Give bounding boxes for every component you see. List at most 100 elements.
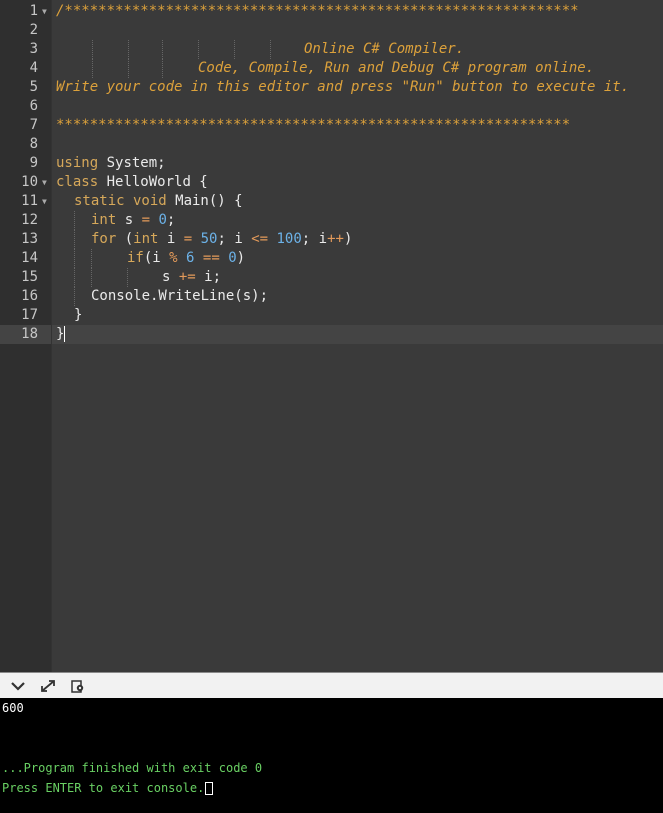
operator: = [141,212,151,228]
code-line[interactable]: 16 Console.WriteLine(s); [0,287,663,306]
code-line-text: using System; [56,154,166,173]
code-content[interactable]: Write your code in this editor and press… [52,78,663,97]
console-output-panel[interactable]: 600 ...Program finished with exit code 0… [0,698,663,813]
code-line[interactable]: 8 [0,135,663,154]
operator: = [183,231,193,247]
line-number-text: 4 [29,60,38,76]
code-line[interactable]: 15 s += i; [0,268,663,287]
indent-guide [74,249,75,268]
indent-guide [127,268,128,287]
comment-text: Online C# Compiler. [304,41,465,57]
fold-toggle-icon[interactable]: ▼ [42,192,47,211]
fold-toggle-icon[interactable]: ▼ [42,173,47,192]
code-text: i [158,231,184,247]
code-line[interactable]: 10 ▼ class HelloWorld { [0,173,663,192]
code-content[interactable] [52,135,663,154]
code-text: ; i [217,231,252,247]
code-editor[interactable]: 1 ▼/*************************************… [0,0,663,672]
code-text: Console.WriteLine(s); [91,288,269,304]
code-text: Main() { [166,193,243,209]
code-content[interactable]: } [52,325,663,344]
code-text: ; [166,212,176,228]
indent-guide [234,40,235,59]
line-number: 3 [0,40,51,59]
line-number: 2 [0,21,51,40]
keyword: int [133,231,159,247]
code-content[interactable]: Code, Compile, Run and Debug C# program … [52,59,663,78]
collapse-console-button[interactable] [8,677,28,695]
code-line[interactable]: 1 ▼ /*************************************… [0,2,663,21]
code-content[interactable]: Console.WriteLine(s); [52,287,663,306]
operator: += [178,269,196,285]
code-content[interactable]: class HelloWorld { [52,173,663,192]
code-line[interactable]: 12 int s = 0; [0,211,663,230]
code-content[interactable]: for (int i = 50; i <= 100; i++) [52,230,663,249]
console-settings-button[interactable] [68,677,88,695]
number-literal: 0 [228,250,237,266]
line-number-text: 18 [21,326,38,342]
code-line[interactable]: 14 if(i % 6 == 0) [0,249,663,268]
code-line[interactable]: 9 using System; [0,154,663,173]
code-line[interactable]: 11 ▼ static void Main() { [0,192,663,211]
code-line-text: Online C# Compiler. [304,40,464,59]
code-line[interactable]: 13 for (int i = 50; i <= 100; i++) [0,230,663,249]
indent-guide [128,59,129,78]
line-number-text: 8 [29,136,38,152]
indent-guide [92,59,93,78]
keyword: using [56,155,99,171]
line-number: 6 [0,97,51,116]
code-content[interactable]: static void Main() { [52,192,663,211]
code-line-text: if(i % 6 == 0) [127,249,245,268]
code-text: HelloWorld { [98,174,208,190]
keyword: for [91,231,117,247]
line-number: 8 [0,135,51,154]
line-number-text: 12 [21,212,38,228]
code-line-text: /***************************************… [56,2,579,21]
code-content[interactable]: ****************************************… [52,116,663,135]
line-number-text: 17 [21,307,38,323]
line-number: 7 [0,116,51,135]
code-content[interactable]: } [52,306,663,325]
indent-guide [74,287,75,306]
operator: ++ [327,231,344,247]
code-content[interactable]: s += i; [52,268,663,287]
code-line[interactable]: 6 [0,97,663,116]
code-content[interactable]: Online C# Compiler. [52,40,663,59]
number-literal: 0 [158,212,167,228]
expand-console-button[interactable] [38,677,58,695]
code-line-text: } [56,325,66,344]
code-line[interactable]: 4 Code, Compile, Run and Debug C# program… [0,59,663,78]
line-number: 11 ▼ [0,192,51,211]
line-number-text: 16 [21,288,38,304]
line-number: 5 [0,78,51,97]
code-line[interactable]: 3 Online C# Compiler. [0,40,663,59]
text-cursor [64,326,66,342]
code-content[interactable]: using System; [52,154,663,173]
indent-guide [74,211,75,230]
line-number-text: 14 [21,250,38,266]
line-number: 9 [0,154,51,173]
fold-toggle-icon[interactable]: ▼ [42,2,47,21]
number-literal: 100 [276,231,302,247]
code-text: } [56,326,65,342]
comment-text: Code, Compile, Run and Debug C# program … [198,60,595,76]
settings-icon [71,680,84,693]
code-content[interactable]: /***************************************… [52,2,663,21]
keyword: static void [74,193,167,209]
code-line-text: Code, Compile, Run and Debug C# program … [198,59,594,78]
code-line[interactable]: 5 Write your code in this editor and pres… [0,78,663,97]
code-line[interactable]: 7 ***************************************… [0,116,663,135]
code-line[interactable]: 2 [0,21,663,40]
code-content[interactable] [52,97,663,116]
line-number: 16 [0,287,51,306]
code-content[interactable]: int s = 0; [52,211,663,230]
code-line[interactable]: 18} [0,325,663,344]
code-content[interactable] [52,21,663,40]
code-content[interactable]: if(i % 6 == 0) [52,249,663,268]
code-text: i; [195,269,222,285]
code-line[interactable]: 17} [0,306,663,325]
keyword: if [127,250,144,266]
line-number: 14 [0,249,51,268]
